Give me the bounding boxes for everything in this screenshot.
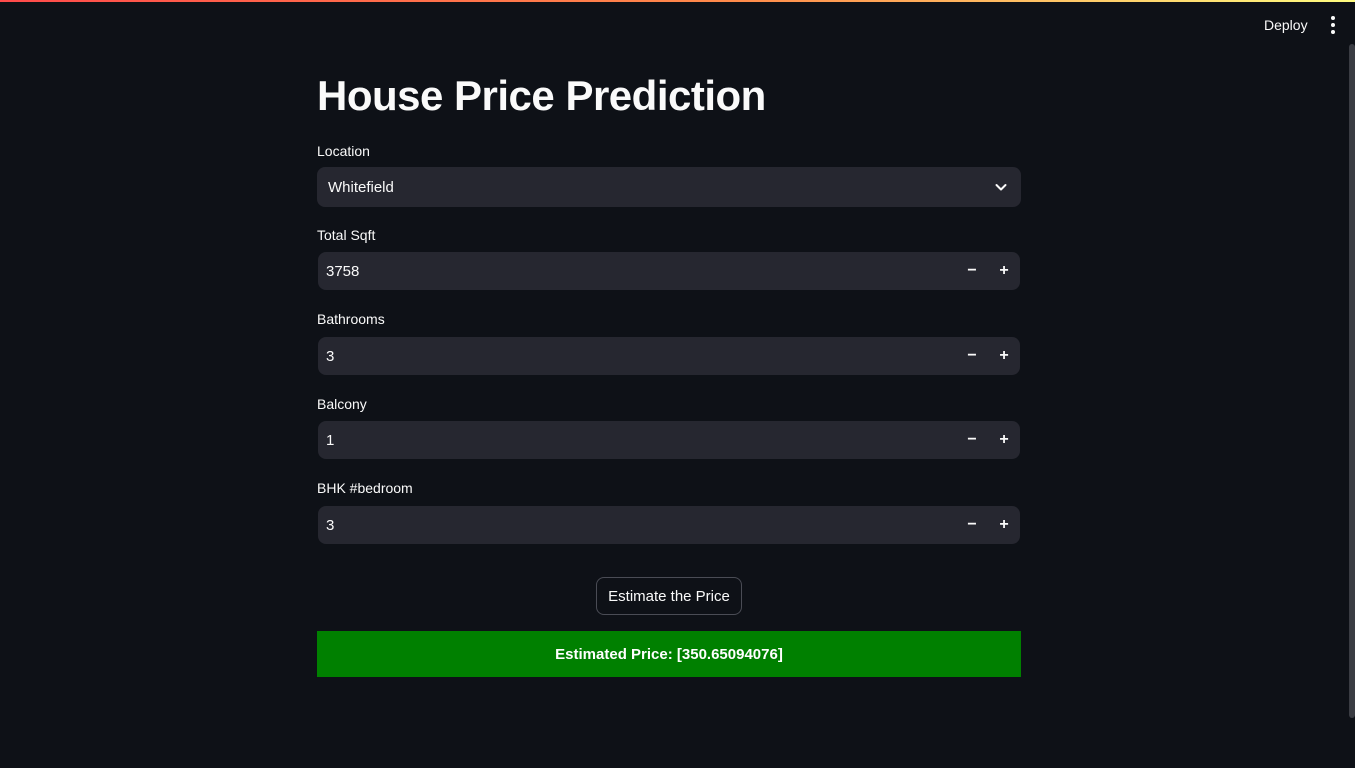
location-select[interactable]: Whitefield bbox=[317, 167, 1021, 207]
vertical-dots-icon[interactable] bbox=[1322, 12, 1344, 38]
estimated-price-result: Estimated Price: [350.65094076] bbox=[317, 631, 1021, 677]
increment-button[interactable]: + bbox=[988, 252, 1020, 290]
estimated-price-text: Estimated Price: [350.65094076] bbox=[555, 645, 783, 663]
decrement-button[interactable]: − bbox=[956, 337, 988, 375]
increment-button[interactable]: + bbox=[988, 421, 1020, 459]
total-sqft-input[interactable] bbox=[318, 252, 948, 290]
bathrooms-stepper: − + bbox=[318, 337, 1020, 375]
decrement-button[interactable]: − bbox=[956, 506, 988, 544]
location-selected-value: Whitefield bbox=[328, 178, 394, 196]
estimate-price-button[interactable]: Estimate the Price bbox=[596, 577, 742, 615]
total-sqft-label: Total Sqft bbox=[317, 227, 376, 243]
bhk-label: BHK #bedroom bbox=[317, 480, 413, 496]
balcony-label: Balcony bbox=[317, 396, 367, 412]
page-title: House Price Prediction bbox=[317, 72, 766, 119]
decrement-button[interactable]: − bbox=[956, 252, 988, 290]
balcony-stepper: − + bbox=[318, 421, 1020, 459]
bhk-input[interactable] bbox=[318, 506, 948, 544]
total-sqft-stepper: − + bbox=[318, 252, 1020, 290]
dot bbox=[1331, 16, 1335, 20]
deploy-button[interactable]: Deploy bbox=[1256, 12, 1316, 38]
app-header: Deploy bbox=[0, 2, 1355, 46]
balcony-input[interactable] bbox=[318, 421, 948, 459]
increment-button[interactable]: + bbox=[988, 337, 1020, 375]
bathrooms-input[interactable] bbox=[318, 337, 948, 375]
dot bbox=[1331, 30, 1335, 34]
location-label: Location bbox=[317, 143, 370, 159]
dot bbox=[1331, 23, 1335, 27]
chevron-down-icon bbox=[995, 184, 1007, 191]
decrement-button[interactable]: − bbox=[956, 421, 988, 459]
bathrooms-label: Bathrooms bbox=[317, 311, 385, 327]
bhk-stepper: − + bbox=[318, 506, 1020, 544]
increment-button[interactable]: + bbox=[988, 506, 1020, 544]
page-scrollbar[interactable] bbox=[1349, 44, 1355, 718]
